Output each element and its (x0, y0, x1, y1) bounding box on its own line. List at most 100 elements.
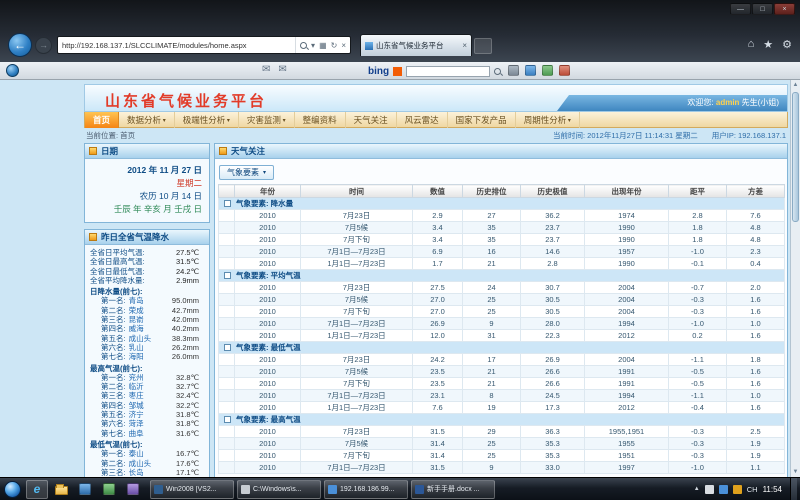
tab-close-icon[interactable]: × (462, 41, 467, 50)
minimize-button[interactable]: — (730, 3, 751, 15)
show-desktop-button[interactable] (790, 478, 797, 500)
taskbar-window-button[interactable]: C:\Windows\s... (237, 480, 321, 499)
checkbox-icon[interactable] (224, 416, 231, 423)
taskbar-window-button[interactable]: 新手手册.docx ... (411, 480, 495, 499)
refresh-icon[interactable]: ↻ (331, 41, 338, 50)
menu-item-label: 首页 (93, 115, 110, 125)
weekday-line: 星期二 (92, 177, 202, 190)
tray-icon[interactable] (733, 485, 742, 494)
forward-button[interactable]: → (35, 37, 52, 54)
taskbar-clock[interactable]: 11:54 (763, 485, 782, 494)
rank-item: 第一名:青岛95.0mm (90, 296, 207, 305)
row-checkbox-cell (219, 366, 235, 378)
new-tab-button[interactable] (474, 38, 492, 54)
rank-item: 第二名:荣成42.7mm (90, 306, 207, 315)
close-button[interactable]: × (774, 3, 795, 15)
row-checkbox-cell (219, 234, 235, 246)
ie-icon[interactable]: e (26, 480, 48, 499)
yesterday-panel-body: 全省日平均气温:27.5℃全省日最高气温:31.5℃全省日最低气温:24.2℃全… (85, 245, 209, 477)
menu-item[interactable]: 整编资料 (295, 112, 346, 128)
table-cell: 1955 (585, 438, 669, 450)
page-scrollbar[interactable]: ▲ ▼ (790, 80, 800, 477)
toolbar-addon-icon[interactable] (525, 65, 536, 76)
address-bar[interactable]: http://192.168.137.1/SLCCLIMATE/modules/… (57, 36, 351, 54)
table-cell: 33.0 (521, 462, 585, 474)
media-player-icon[interactable] (74, 480, 96, 499)
home-icon[interactable]: ⌂ (748, 38, 755, 51)
station-name: 泰山 (129, 449, 144, 458)
search-icon[interactable] (494, 68, 501, 75)
table-cell: 36.2 (521, 210, 585, 222)
welcome-bar: 欢迎您: admin 先生(小姐) (557, 95, 787, 111)
taskbar-window-button[interactable]: Win2008 [VS2... (150, 480, 234, 499)
menu-item[interactable]: 灾害监测 ▾ (239, 112, 295, 128)
scroll-down-icon[interactable]: ▼ (791, 467, 800, 477)
table-cell: 2010 (235, 282, 301, 294)
back-button[interactable]: ← (8, 33, 32, 57)
start-button[interactable] (4, 481, 21, 498)
menu-item[interactable]: 国家下发产品 (448, 112, 516, 128)
menu-item[interactable]: 数据分析 ▾ (119, 112, 175, 128)
taskbar-window-button[interactable]: 192.168.186.99... (324, 480, 408, 499)
table-cell: 2.3 (727, 246, 785, 258)
tray-icon[interactable] (705, 485, 714, 494)
chevron-down-icon: ▾ (161, 118, 166, 124)
compatibility-view-icon[interactable]: ▦ (319, 41, 327, 50)
table-cell: 2010 (235, 306, 301, 318)
table-cell: 2.9 (413, 210, 463, 222)
search-input[interactable] (406, 66, 490, 77)
table-group-row[interactable]: 气象要素: 平均气温 (219, 270, 785, 282)
toolbar-addon-icon[interactable] (542, 65, 553, 76)
toolbar-addon-icon[interactable] (508, 65, 519, 76)
menu-item[interactable]: 首页 (85, 112, 119, 128)
chevron-down-icon: ▾ (263, 169, 266, 176)
settings-gear-icon[interactable]: ⚙ (782, 38, 792, 51)
menu-item[interactable]: 极端性分析 ▾ (175, 112, 239, 128)
table-cell: 1.7 (413, 258, 463, 270)
table-cell: 7.6 (727, 210, 785, 222)
table-cell: 8 (463, 390, 521, 402)
scroll-up-icon[interactable]: ▲ (791, 80, 800, 90)
menu-item[interactable]: 风云雷达 (397, 112, 448, 128)
tray-expand-icon[interactable]: ▲ (694, 486, 700, 492)
checkbox-icon[interactable] (224, 272, 231, 279)
rank-item: 第三名:长岛17.1℃ (90, 468, 207, 477)
checkbox-icon[interactable] (224, 344, 231, 351)
checkbox-icon[interactable] (224, 200, 231, 207)
table-cell: 2010 (235, 318, 301, 330)
station-name: 威海 (129, 324, 144, 333)
row-checkbox-cell (219, 354, 235, 366)
table-group-row[interactable]: 气象要素: 最低气温 (219, 342, 785, 354)
table-cell: 1997 (585, 462, 669, 474)
mail-icon[interactable]: ✉ (262, 64, 270, 75)
search-icon[interactable] (300, 42, 307, 49)
rank-position: 第三名: (101, 468, 126, 477)
menu-item[interactable]: 天气关注 (346, 112, 397, 128)
table-group-row[interactable]: 气象要素: 降水量 (219, 198, 785, 210)
weather-panel-icon (89, 233, 97, 241)
toolbar-addon-icon[interactable] (559, 65, 570, 76)
date-panel: 日期 2012 年 11 月 27 日 星期二 农历 10 月 14 日 壬辰 … (84, 143, 210, 223)
menu-item[interactable]: 周期性分析 ▾ (516, 112, 580, 128)
chevron-down-icon[interactable]: ▾ (311, 41, 315, 50)
messenger-icon[interactable] (98, 480, 120, 499)
mail-icon[interactable]: ✉ (278, 64, 286, 75)
toolbar-logo-icon[interactable] (6, 64, 19, 77)
element-dropdown-button[interactable]: 气象要素 ▾ (219, 165, 274, 180)
stop-icon[interactable]: × (341, 41, 346, 50)
table-cell: -0.5 (669, 378, 727, 390)
table-group-row[interactable]: 气象要素: 最高气温 (219, 414, 785, 426)
rank-item: 第四名:邹城32.2℃ (90, 401, 207, 410)
rank-item: 第一名:泰山16.7℃ (90, 449, 207, 458)
browser-tab[interactable]: 山东省气候业务平台 × (360, 34, 472, 56)
table-cell: 2010 (235, 234, 301, 246)
explorer-folder-icon[interactable] (50, 480, 72, 499)
remote-desktop-icon[interactable] (122, 480, 144, 499)
tray-icon[interactable] (719, 485, 728, 494)
scrollbar-thumb[interactable] (792, 92, 799, 222)
maximize-button[interactable]: □ (752, 3, 773, 15)
language-indicator[interactable]: CH (747, 485, 758, 494)
table-cell: 9 (463, 462, 521, 474)
favorites-icon[interactable]: ★ (763, 38, 773, 51)
table-row: 20107月5候3.43523.719901.84.8 (219, 222, 785, 234)
